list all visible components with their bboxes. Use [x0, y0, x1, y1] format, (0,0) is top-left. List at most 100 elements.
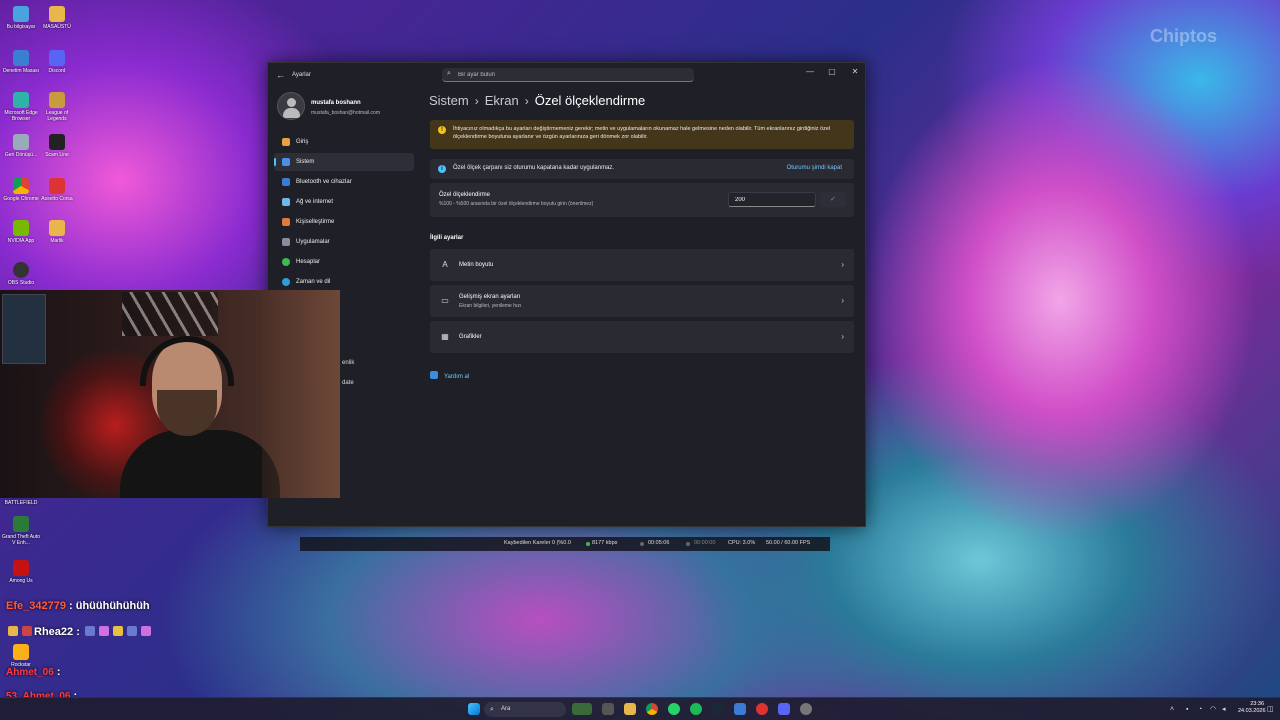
sidebar-item-time-language[interactable]: Zaman ve dil — [274, 273, 414, 291]
related-item-advanced-display[interactable]: ▭ Gelişmiş ekran ayarları Ekran bilgiler… — [430, 285, 854, 317]
desktop-icon-control-panel[interactable]: Denetim Masası — [2, 50, 40, 74]
sidebar-item-privacy-partial[interactable]: enlik — [342, 360, 354, 366]
taskbar-search[interactable]: ⌕ Ara — [484, 702, 566, 717]
desktop-icon-among-us[interactable]: Among Us — [2, 560, 40, 584]
notification-icon[interactable]: ◫ — [1267, 706, 1274, 713]
apps-icon — [282, 238, 290, 246]
breadcrumb-display[interactable]: Ekran — [485, 93, 519, 108]
settings-icon[interactable] — [800, 703, 812, 715]
desktop-icon-gta[interactable]: Grand Theft Auto V Enh... — [2, 516, 40, 546]
app-icon[interactable] — [734, 703, 746, 715]
chat-message: Efe_342779 : ühüühühühüh — [6, 600, 150, 612]
desktop-icon-this-pc[interactable]: Bu bilgisayar — [2, 6, 40, 30]
related-item-title: Grafikler — [459, 334, 482, 340]
brush-icon — [282, 218, 290, 226]
chrome-icon[interactable] — [646, 703, 658, 715]
emote-icon — [112, 626, 123, 636]
desktop-icon-battlefield[interactable]: BATTLEFIELD — [2, 500, 40, 506]
rockstar-icon — [13, 644, 29, 660]
folder-icon — [49, 6, 65, 22]
tray-chevron-icon[interactable]: ˄ — [1170, 706, 1177, 713]
search-icon: ⌕ — [490, 706, 494, 713]
whatsapp-icon[interactable] — [668, 703, 680, 715]
desktop-icon-league[interactable]: League of Legends — [38, 92, 76, 122]
minimize-button[interactable]: — — [800, 66, 820, 78]
search-input[interactable] — [458, 70, 678, 80]
get-help-link[interactable]: Yardım al — [430, 371, 469, 380]
file-explorer-icon[interactable] — [624, 703, 636, 715]
recycle-bin-icon — [13, 134, 29, 150]
steam-icon[interactable] — [712, 703, 724, 715]
related-item-subtitle: Ekran bilgileri, yenileme hızı — [459, 303, 522, 309]
cpu-usage: CPU: 3.0% — [728, 540, 756, 546]
sign-out-now-link[interactable]: Oturumu şimdi kapat — [787, 165, 842, 171]
home-icon — [282, 138, 290, 146]
spotify-icon[interactable] — [690, 703, 702, 715]
desktop-icon-scam-line[interactable]: Scam Line — [38, 134, 76, 158]
custom-scale-subtitle: %100 - %500 arasında bir özel ölçeklendi… — [439, 201, 594, 207]
badge-icon — [8, 626, 18, 636]
sidebar-item-home[interactable]: Giriş — [274, 133, 414, 151]
sidebar-item-accounts[interactable]: Hesaplar — [274, 253, 414, 271]
globe-icon — [282, 278, 290, 286]
hexagon-lights — [122, 292, 218, 336]
avatar[interactable] — [277, 92, 305, 120]
volume-icon[interactable]: ◂ — [1222, 706, 1229, 713]
breadcrumb-separator: › — [524, 94, 529, 108]
stream-indicator-icon — [686, 542, 690, 546]
app-icon — [49, 134, 65, 150]
breadcrumb-system[interactable]: Sistem — [429, 93, 469, 108]
app-icon[interactable] — [756, 703, 768, 715]
sidebar-item-apps[interactable]: Uygulamalar — [274, 233, 414, 251]
start-icon[interactable] — [468, 703, 480, 715]
related-item-text-size[interactable]: A Metin boyutu › — [430, 249, 854, 281]
settings-search[interactable]: ⌕ — [442, 68, 694, 82]
tray-app-icon[interactable]: ▪ — [1186, 706, 1193, 713]
desktop-icon-nvidia[interactable]: NVIDIA App — [2, 220, 40, 244]
obs-icon — [13, 262, 29, 278]
close-button[interactable]: ✕ — [845, 66, 865, 78]
sidebar-item-network[interactable]: Ağ ve internet — [274, 193, 414, 211]
computer-icon — [13, 6, 29, 22]
sidebar-item-update-partial[interactable]: date — [342, 380, 354, 386]
sidebar-item-system[interactable]: Sistem — [274, 153, 414, 171]
widgets-icon[interactable] — [572, 703, 592, 715]
wifi-icon — [282, 198, 290, 206]
emote-icon — [140, 626, 151, 636]
chat-message: Ahmet_06 : — [6, 666, 61, 678]
desktop-icon-chrome[interactable]: Google Chrome — [2, 178, 40, 202]
discord-icon[interactable] — [778, 703, 790, 715]
monitor-icon — [282, 158, 290, 166]
wifi-icon[interactable]: ◠ — [1210, 706, 1217, 713]
apply-check-button[interactable]: ✓ — [820, 192, 846, 207]
clock[interactable]: 23:36 24.03.2026 — [1238, 701, 1266, 715]
desktop-icon-edge[interactable]: Microsoft Edge Browser — [2, 92, 40, 122]
dropped-frames: Kaybedilen Kareler 0 (%0.0 — [504, 540, 571, 546]
sidebar-item-bluetooth[interactable]: Bluetooth ve cihazlar — [274, 173, 414, 191]
custom-scale-card: Özel ölçeklendirme %100 - %500 arasında … — [430, 183, 854, 217]
desktop-icon-assetto[interactable]: Assetto Corsa — [38, 178, 76, 202]
emote-icon — [98, 626, 109, 636]
related-item-graphics[interactable]: ▦ Grafikler › — [430, 321, 854, 353]
user-email: mustafa_boshan@hotmail.com — [311, 110, 380, 116]
desktop-icon-marlik[interactable]: Marlik — [38, 220, 76, 244]
desktop-icon-discord[interactable]: Discord — [38, 50, 76, 74]
search-icon: ⌕ — [447, 70, 451, 77]
bluetooth-icon — [282, 178, 290, 186]
back-arrow-icon[interactable]: ← — [276, 70, 286, 80]
bitrate: 8177 kbps — [592, 540, 618, 546]
network-icon[interactable]: ◔ — [1198, 706, 1205, 713]
task-view-icon[interactable] — [602, 703, 614, 715]
badge-icon — [22, 626, 32, 636]
related-item-title: Metin boyutu — [459, 262, 494, 268]
main-content: Sistem › Ekran › Özel ölçeklendirme ! İhtiya… — [418, 85, 867, 528]
maximize-button[interactable]: ▢ — [822, 66, 842, 78]
desktop-icon-folder[interactable]: MASAÜSTÜ — [38, 6, 76, 30]
date: 24.03.2026 — [1238, 708, 1266, 714]
custom-scale-input[interactable] — [728, 192, 816, 207]
chevron-right-icon: › — [841, 260, 844, 269]
desktop-icon-recycle-bin[interactable]: Geri Dönüşü... — [2, 134, 40, 158]
desktop-icon-obs[interactable]: OBS Studio — [2, 262, 40, 286]
sidebar-item-personalization[interactable]: Kişiselleştirme — [274, 213, 414, 231]
display-icon: ▭ — [441, 296, 449, 305]
